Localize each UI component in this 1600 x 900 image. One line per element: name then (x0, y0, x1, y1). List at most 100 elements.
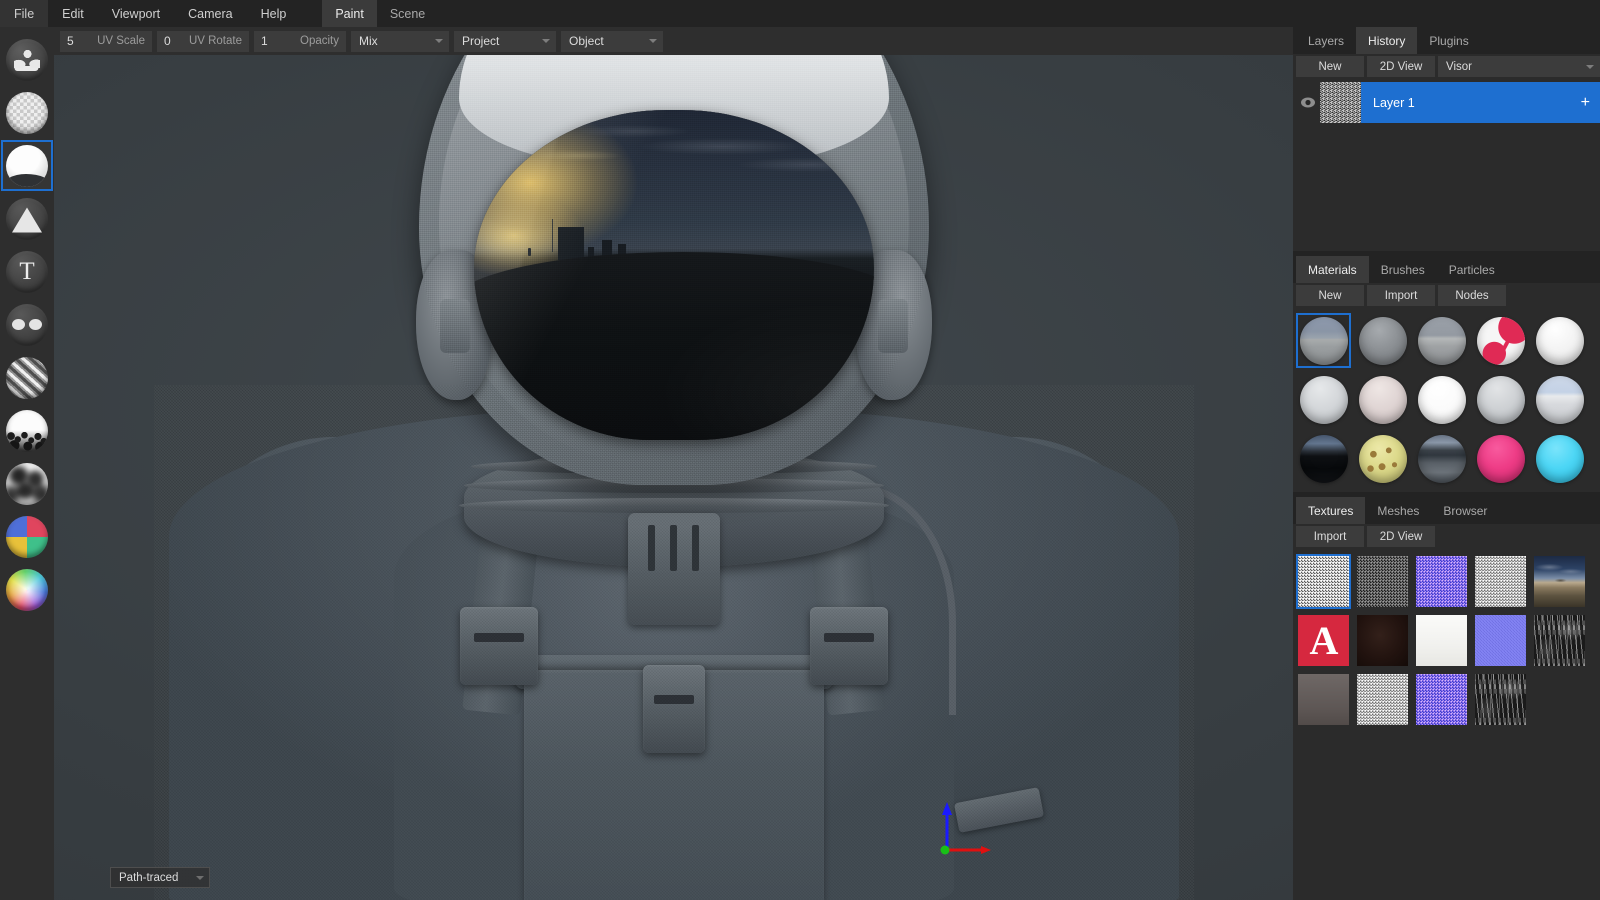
layer-row[interactable]: Layer 1 + (1296, 82, 1600, 123)
renderer-dropdown[interactable]: Path-traced (110, 867, 210, 888)
scatter-tool[interactable] (1, 405, 53, 456)
tab-plugins[interactable]: Plugins (1417, 27, 1480, 54)
import-material-button[interactable]: Import (1367, 285, 1435, 306)
material-sphere (1299, 316, 1348, 365)
tab-history[interactable]: History (1356, 27, 1418, 54)
diagonal-stripes-icon (6, 356, 48, 399)
materials-panel-tabs: Materials Brushes Particles (1293, 256, 1600, 283)
shape-tool[interactable] (1, 193, 53, 244)
material-sphere (1535, 375, 1584, 424)
uv-scale-input[interactable]: 5 UV Scale (60, 30, 152, 52)
tab-materials[interactable]: Materials (1296, 256, 1369, 283)
uv-scale-label: UV Scale (97, 35, 145, 47)
material-swatch-silver-gray[interactable] (1473, 372, 1528, 427)
tab-brushes[interactable]: Brushes (1369, 256, 1437, 283)
menu-viewport[interactable]: Viewport (98, 0, 174, 27)
pattern-tool[interactable] (1, 352, 53, 403)
fill-tool[interactable] (1, 140, 53, 191)
color-quadrant-icon (6, 515, 48, 558)
texture-white-noise[interactable] (1296, 554, 1351, 609)
blend-mode-dropdown[interactable]: Mix (351, 30, 449, 52)
texture-dark-noise[interactable] (1355, 554, 1410, 609)
mode-tab-scene[interactable]: Scene (377, 0, 438, 27)
materials-panel: Materials Brushes Particles New Import N… (1293, 256, 1600, 492)
chevron-down-icon (435, 39, 443, 43)
menu-spacer (300, 0, 322, 27)
material-swatch-white-glossy[interactable] (1532, 313, 1587, 368)
uv-rotate-value: 0 (164, 34, 171, 48)
texture-normal-map-flat[interactable] (1473, 613, 1528, 668)
tab-particles[interactable]: Particles (1437, 256, 1507, 283)
mode-tab-paint[interactable]: Paint (322, 0, 377, 27)
material-swatch-gray-gradient[interactable] (1414, 313, 1469, 368)
opacity-input[interactable]: 1 Opacity (254, 30, 346, 52)
color-picker-tool[interactable] (1, 564, 53, 615)
texture-light-noise[interactable] (1355, 672, 1410, 727)
eraser-tool[interactable] (1, 87, 53, 138)
material-swatch-gray-chrome[interactable] (1414, 431, 1469, 486)
texture-hdri-landscape[interactable] (1532, 554, 1587, 609)
material-sphere (1417, 316, 1466, 365)
texture-normal-map-noise[interactable] (1414, 554, 1469, 609)
material-swatch-gray-rough[interactable] (1355, 313, 1410, 368)
projection-dropdown[interactable]: Project (454, 30, 556, 52)
tab-browser[interactable]: Browser (1431, 497, 1499, 524)
text-tool[interactable]: T (1, 246, 53, 297)
chevron-down-icon (542, 39, 550, 43)
texture-preview (1475, 556, 1526, 607)
material-sphere (1299, 375, 1348, 424)
texture-gray-noise[interactable] (1473, 554, 1528, 609)
blur-tool[interactable] (1, 458, 53, 509)
texture-near-white[interactable] (1414, 613, 1469, 668)
menu-help[interactable]: Help (247, 0, 301, 27)
space-value: Object (569, 34, 604, 48)
textures-2d-view-button[interactable]: 2D View (1367, 526, 1435, 547)
brush-tool[interactable] (1, 34, 53, 85)
space-dropdown[interactable]: Object (561, 30, 663, 52)
layers-2d-view-button[interactable]: 2D View (1367, 56, 1435, 77)
material-swatch-magenta-matte[interactable] (1473, 431, 1528, 486)
material-sphere (1476, 375, 1525, 424)
clone-tool[interactable] (1, 299, 53, 350)
visor-dropdown[interactable]: Visor (1438, 56, 1600, 77)
material-swatch-light-gray[interactable] (1296, 372, 1351, 427)
material-swatch-cyan-bright[interactable] (1532, 431, 1587, 486)
material-swatch-pink-pattern[interactable] (1473, 313, 1528, 368)
material-swatch-visor-glass[interactable] (1296, 313, 1351, 368)
axis-gizmo[interactable] (921, 798, 993, 858)
tab-layers[interactable]: Layers (1296, 27, 1356, 54)
texture-grunge-streaks[interactable] (1532, 613, 1587, 668)
menu-edit[interactable]: Edit (48, 0, 98, 27)
tab-textures[interactable]: Textures (1296, 497, 1366, 524)
add-layer-button[interactable]: + (1581, 94, 1590, 111)
new-material-button[interactable]: New (1296, 285, 1364, 306)
color-wheel-tool[interactable] (1, 511, 53, 562)
materials-actions: New Import Nodes (1293, 283, 1600, 308)
texture-grunge-dark[interactable] (1473, 672, 1528, 727)
import-texture-button[interactable]: Import (1296, 526, 1364, 547)
visor-figure (527, 247, 531, 256)
menu-file[interactable]: File (0, 0, 49, 27)
material-swatch-blue-white-split[interactable] (1532, 372, 1587, 427)
viewport-canvas[interactable]: Path-traced (54, 55, 1293, 900)
material-swatch-dark-chrome[interactable] (1296, 431, 1351, 486)
uv-rotate-input[interactable]: 0 UV Rotate (157, 30, 249, 52)
material-swatch-yellow-speckled[interactable] (1355, 431, 1410, 486)
material-sphere (1476, 316, 1525, 365)
y-axis-origin (940, 845, 950, 855)
logo-letter: A (1309, 617, 1339, 663)
material-swatch-beige-matte[interactable] (1355, 372, 1410, 427)
textures-actions: Import 2D View (1293, 524, 1600, 549)
two-dots-icon (6, 303, 48, 346)
texture-flat-gray[interactable] (1296, 672, 1351, 727)
visibility-eye-icon[interactable] (1296, 82, 1320, 123)
texture-normal-map-noise-2[interactable] (1414, 672, 1469, 727)
tab-meshes[interactable]: Meshes (1365, 497, 1431, 524)
layer-thumbnail[interactable] (1320, 82, 1361, 123)
menu-camera[interactable]: Camera (174, 0, 246, 27)
texture-dark-brown[interactable] (1355, 613, 1410, 668)
new-layer-button[interactable]: New (1296, 56, 1364, 77)
texture-logo[interactable]: A (1296, 613, 1351, 668)
material-nodes-button[interactable]: Nodes (1438, 285, 1506, 306)
material-swatch-pure-white[interactable] (1414, 372, 1469, 427)
